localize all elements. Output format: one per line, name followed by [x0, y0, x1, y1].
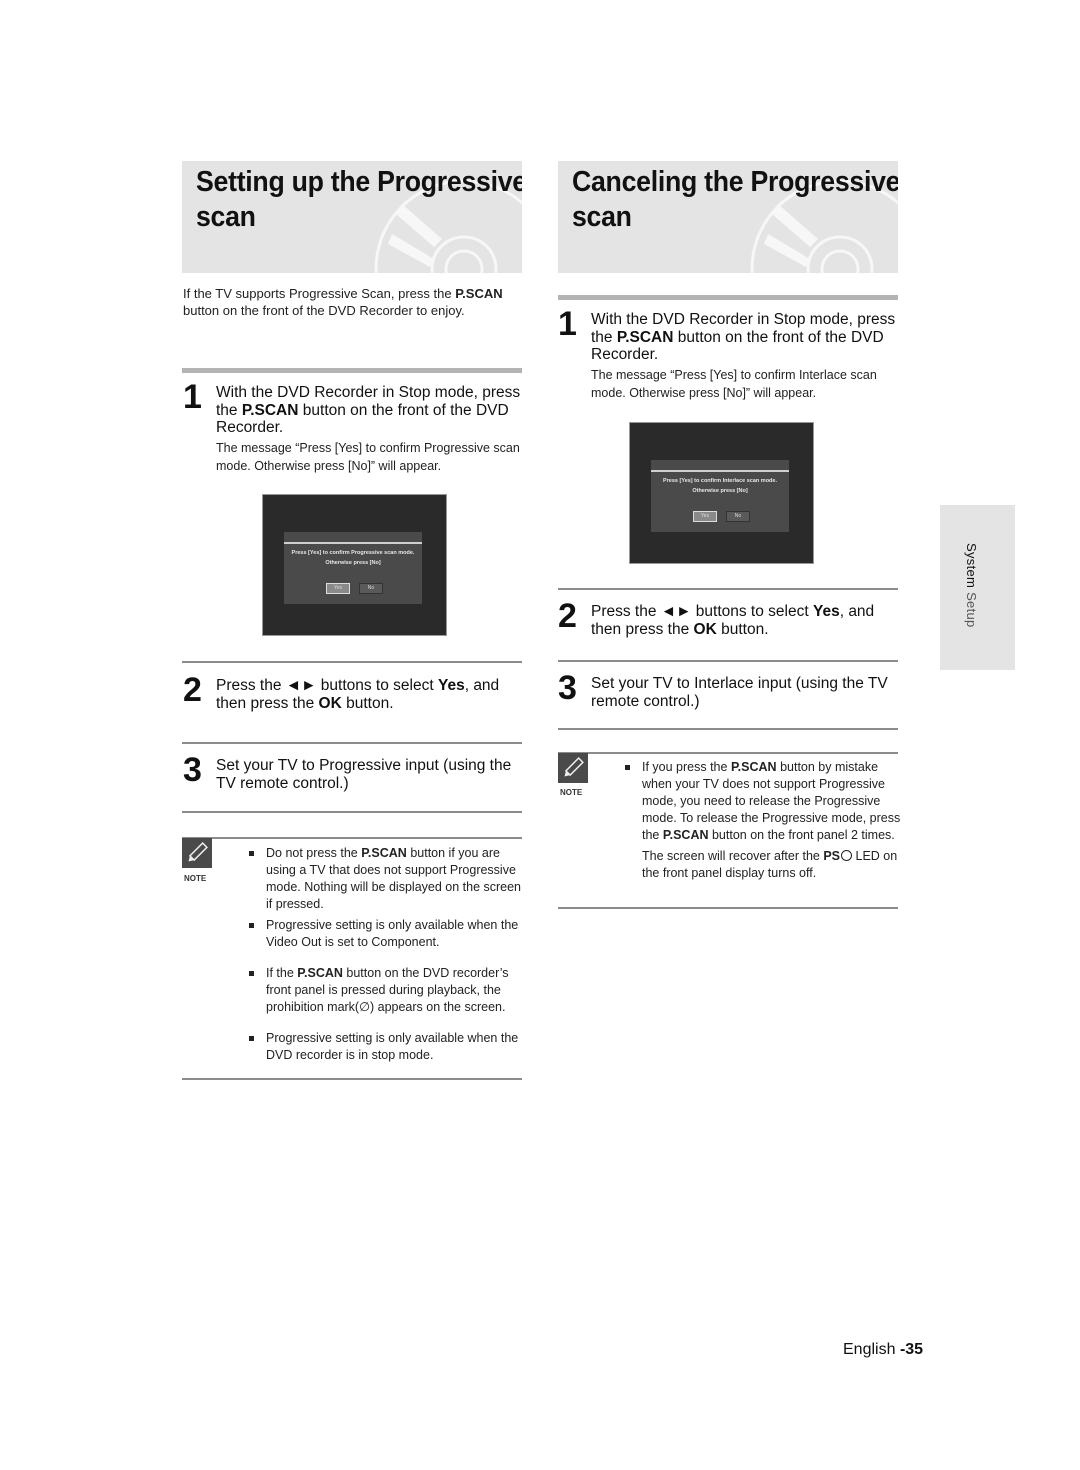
left-title-banner: Setting up the Progressive scan: [182, 161, 522, 273]
note-item: If the P.SCAN button on the DVD recorder…: [246, 965, 526, 1016]
step-subtext: The message “Press [Yes] to confirm Prog…: [216, 440, 520, 473]
confirm-dialog: Press [Yes] to confirm Progressive scan …: [284, 532, 422, 604]
note-item: If you press the P.SCAN button by mistak…: [622, 759, 902, 844]
no-button[interactable]: No: [359, 583, 383, 594]
note-item: Progressive setting is only available wh…: [246, 917, 526, 951]
divider: [182, 837, 522, 839]
yes-button[interactable]: Yes: [693, 511, 717, 522]
right-step-2: 2 Press the ◄► buttons to select Yes, an…: [558, 597, 875, 638]
divider: [182, 1078, 522, 1080]
divider: [558, 728, 898, 730]
page-footer: English -35: [843, 1341, 924, 1358]
right-step-3: 3 Set your TV to Interlace input (using …: [558, 669, 888, 710]
note-label: NOTE: [560, 788, 583, 797]
divider: [182, 661, 522, 663]
left-step-2: 2 Press the ◄► buttons to select Yes, an…: [183, 671, 500, 712]
right-title-banner: Canceling the Progressive scan: [558, 161, 898, 273]
divider: [558, 752, 898, 754]
note-label: NOTE: [184, 874, 207, 883]
right-section-title: Canceling the Progressive scan: [572, 166, 898, 233]
divider: [182, 742, 522, 744]
led-circle-icon: [841, 850, 853, 861]
confirm-dialog: Press [Yes] to confirm Interlace scan mo…: [651, 460, 789, 532]
note-item: Progressive setting is only available wh…: [246, 1030, 526, 1064]
left-step-1: 1 With the DVD Recorder in Stop mode, pr…: [183, 380, 523, 484]
note-item: Do not press the P.SCAN button if you ar…: [246, 845, 526, 913]
left-step-3: 3 Set your TV to Progressive input (usin…: [183, 751, 512, 792]
page-number: -35: [899, 1341, 924, 1358]
section-tab-system-setup: System Setup: [940, 505, 1015, 670]
left-section-title: Setting up the Progressive scan: [196, 166, 522, 233]
note-pencil-icon: [182, 838, 212, 868]
right-step-1: 1 With the DVD Recorder in Stop mode, pr…: [558, 305, 896, 400]
divider: [558, 660, 898, 662]
yes-button[interactable]: Yes: [326, 583, 350, 594]
tv-screen-progressive: Press [Yes] to confirm Progressive scan …: [262, 494, 447, 636]
note-continuation: The screen will recover after the PS LED…: [642, 849, 898, 880]
tv-screen-interlace: Press [Yes] to confirm Interlace scan mo…: [629, 422, 814, 564]
right-notes-list: If you press the P.SCAN button by mistak…: [622, 759, 902, 882]
left-intro-text: If the TV supports Progressive Scan, pre…: [183, 286, 503, 318]
divider: [558, 907, 898, 909]
step-number: 1: [183, 378, 202, 416]
divider: [558, 588, 898, 590]
note-pencil-icon: [558, 753, 588, 783]
left-notes-list: Do not press the P.SCAN button if you ar…: [246, 845, 526, 1068]
no-button[interactable]: No: [726, 511, 750, 522]
divider: [558, 295, 898, 300]
divider: [182, 368, 522, 373]
divider: [182, 811, 522, 813]
